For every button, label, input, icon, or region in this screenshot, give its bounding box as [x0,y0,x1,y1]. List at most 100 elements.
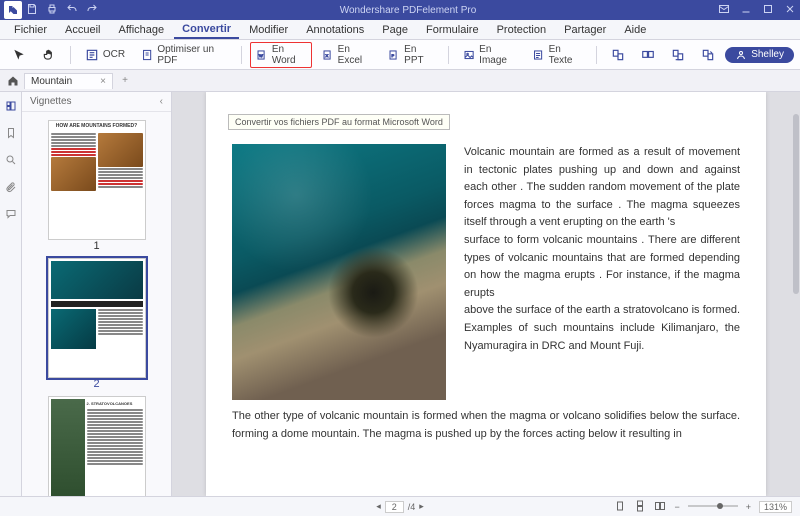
prev-page-icon[interactable]: ◂ [376,501,381,512]
svg-text:P: P [392,53,395,58]
to-excel-label: En Excel [338,44,372,66]
menu-fichier[interactable]: Fichier [6,22,55,38]
view-continuous-icon[interactable] [634,500,646,514]
ocr-label: OCR [103,49,125,60]
paragraph: The other type of volcanic mountain is f… [232,408,740,443]
hand-tool-icon[interactable] [36,46,62,64]
vertical-scrollbar[interactable] [793,114,799,294]
document-tab-strip: Mountain × + Convertir vos fichiers PDF … [0,70,800,92]
page-navigator: ◂ 2 /4 ▸ [376,501,424,513]
thumbnail-page-3[interactable]: 2. STRATOVOLCANOES [48,396,146,496]
menu-accueil[interactable]: Accueil [57,22,108,38]
to-image-button[interactable]: En Image [457,42,522,68]
mail-icon[interactable] [718,3,730,18]
document-tab-label: Mountain [31,76,72,87]
thumbnail-page-1[interactable]: HOW ARE MOUNTAINS FORMED? [48,120,146,240]
quick-save-icon[interactable] [26,3,38,18]
thumbnail-caption: 1 [93,240,99,252]
thumbnails-list[interactable]: HOW ARE MOUNTAINS FORMED? 1 2 2. STRATOV… [22,112,171,496]
to-image-label: En Image [479,44,516,66]
thumbnails-panel: Vignettes ‹ HOW ARE MOUNTAINS FORMED? 1 … [22,92,172,496]
menu-partager[interactable]: Partager [556,22,614,38]
more-convert-1-icon[interactable] [605,46,631,64]
window-title: Wondershare PDFelement Pro [98,5,718,16]
add-tab-icon[interactable]: + [117,73,133,89]
quick-redo-icon[interactable] [86,3,98,18]
separator [596,46,597,64]
attachments-panel-icon[interactable] [5,181,17,196]
separator [241,46,242,64]
home-tab-icon[interactable] [4,72,22,90]
view-facing-icon[interactable] [654,500,666,514]
quick-print-icon[interactable] [46,3,58,18]
thumbnails-header: Vignettes ‹ [22,92,171,112]
article-text: Volcanic mountain are formed as a result… [464,144,740,400]
page-current[interactable]: 2 [385,501,404,513]
status-bar: ◂ 2 /4 ▸ − + 131% [0,496,800,516]
more-convert-2-icon[interactable] [635,46,661,64]
separator [70,46,71,64]
thumbnails-title: Vignettes [30,96,72,107]
next-page-icon[interactable]: ▸ [419,501,424,512]
more-convert-3-icon[interactable] [665,46,691,64]
user-label: Shelley [751,49,784,60]
menu-annotations[interactable]: Annotations [298,22,372,38]
ocr-button[interactable]: OCR [79,46,131,64]
to-text-button[interactable]: En Texte [526,42,588,68]
document-tab[interactable]: Mountain × [24,73,113,89]
view-single-icon[interactable] [614,500,626,514]
thumbnail-title: HOW ARE MOUNTAINS FORMED? [49,121,145,131]
optimize-label: Optimiser un PDF [157,44,226,66]
thumbnails-collapse-icon[interactable]: ‹ [160,96,163,107]
maximize-icon[interactable] [762,3,774,18]
optimize-button[interactable]: Optimiser un PDF [135,42,233,68]
left-rail [0,92,22,496]
select-tool-icon[interactable] [6,46,32,64]
to-ppt-label: En PPT [404,44,434,66]
zoom-out-icon[interactable]: − [674,502,679,512]
menu-bar: Fichier Accueil Affichage Convertir Modi… [0,20,800,40]
zoom-value[interactable]: 131% [759,501,792,513]
page-total: /4 [408,502,416,512]
to-word-label: En Word [272,44,306,66]
menu-affichage[interactable]: Affichage [110,22,172,38]
search-panel-icon[interactable] [5,154,17,169]
document-viewport[interactable]: 1. VOLCANIC MOUNTAINS Volcanic mountain … [172,92,800,496]
quick-undo-icon[interactable] [66,3,78,18]
thumbnail-caption: 2 [93,378,99,390]
zoom-in-icon[interactable]: + [746,502,751,512]
svg-text:W: W [259,53,263,58]
menu-aide[interactable]: Aide [616,22,654,38]
paragraph: Volcanic mountain are formed as a result… [464,146,740,228]
minimize-icon[interactable] [740,3,752,18]
toolbar: OCR Optimiser un PDF WEn Word XEn Excel … [0,40,800,70]
article-image [232,144,446,400]
close-icon[interactable] [784,3,796,18]
menu-protection[interactable]: Protection [489,22,555,38]
to-text-label: En Texte [549,44,583,66]
thumbnails-panel-icon[interactable] [5,100,17,115]
zoom-slider[interactable] [688,502,738,512]
document-page: 1. VOLCANIC MOUNTAINS Volcanic mountain … [206,92,766,496]
title-bar: Wondershare PDFelement Pro [0,0,800,20]
app-logo [4,1,22,19]
user-pill[interactable]: Shelley [725,47,794,63]
svg-text:X: X [325,53,328,58]
document-tab-close-icon[interactable]: × [100,76,106,87]
paragraph: above the surface of the earth a stratov… [464,304,740,351]
paragraph: surface to form volcanic mountains . The… [464,234,740,299]
main-area: Vignettes ‹ HOW ARE MOUNTAINS FORMED? 1 … [0,92,800,496]
menu-convertir[interactable]: Convertir [174,21,239,39]
thumbnail-page-2[interactable] [48,258,146,378]
menu-formulaire[interactable]: Formulaire [418,22,487,38]
more-convert-4-icon[interactable] [695,46,721,64]
separator [448,46,449,64]
to-ppt-button[interactable]: P En PPT [382,42,440,68]
bookmarks-panel-icon[interactable] [5,127,17,142]
tooltip: Convertir vos fichiers PDF au format Mic… [228,114,450,130]
to-word-button[interactable]: W En Word [250,42,312,68]
comments-panel-icon[interactable] [5,208,17,223]
menu-page[interactable]: Page [374,22,416,38]
menu-modifier[interactable]: Modifier [241,22,296,38]
to-excel-button[interactable]: X En Excel [316,42,379,68]
